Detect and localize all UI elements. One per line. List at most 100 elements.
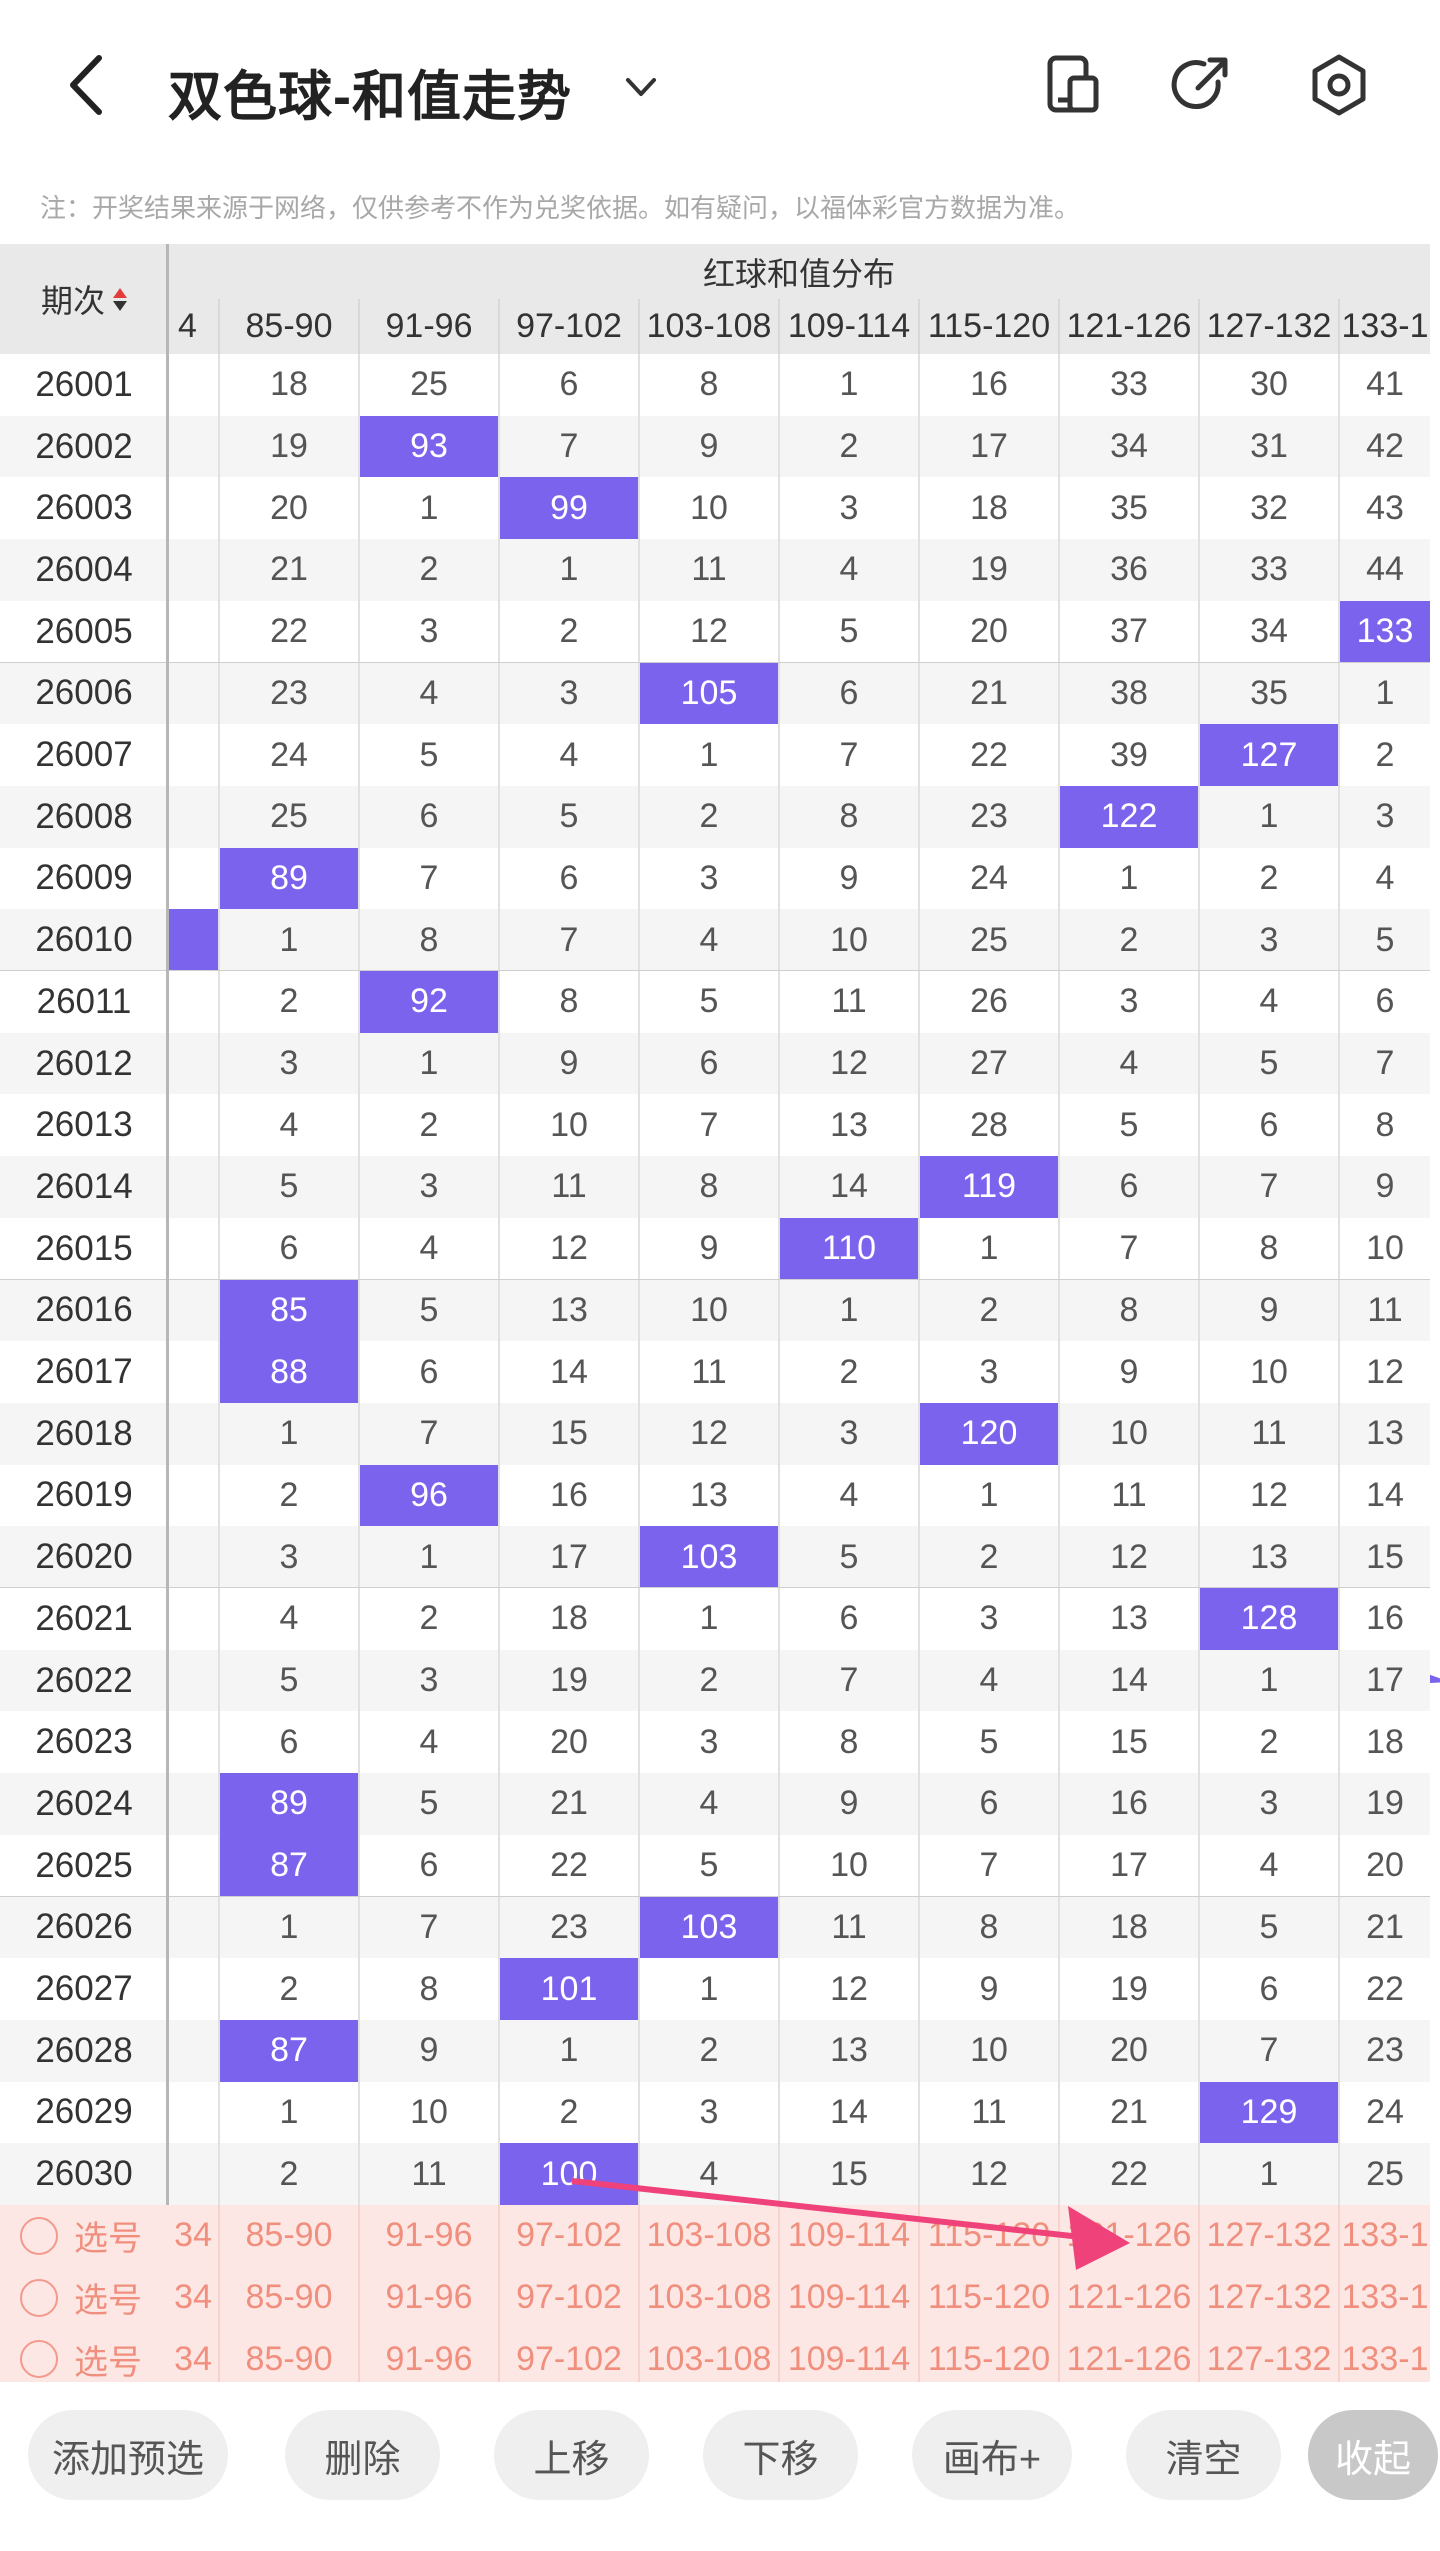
select-range-cell[interactable]: 121-126 [1058,2205,1198,2267]
value-cell: 6 [358,1834,498,1897]
select-number-row[interactable]: 选号 34 85-90 91-96 97-102 103-108 109-114 115-12… [0,2205,1430,2267]
canvas-plus-button[interactable]: 画布+ [912,2410,1072,2500]
phone-layout-icon[interactable] [1040,52,1106,118]
page-title[interactable]: 双色球-和值走势 [168,52,572,131]
clear-button[interactable]: 清空 [1126,2410,1281,2500]
value-cell: 12 [778,1958,918,2020]
share-icon[interactable] [1168,52,1234,118]
table-row: 26022 5 3 19 2 7 4 14 1 17 [0,1649,1430,1712]
select-range-cell[interactable]: 97-102 [498,2328,638,2391]
value-cell: 9 [358,2019,498,2082]
table-row: 26015 6 4 12 9 110 1 7 8 10 [0,1217,1430,1280]
add-preselect-button[interactable]: 添加预选 [28,2410,228,2500]
table-row: 26008 25 6 5 2 8 23 122 1 3 [0,785,1430,848]
select-number-toggle[interactable]: 选号 [0,2267,168,2329]
radio-circle-icon[interactable] [20,2216,58,2255]
value-cell: 17 [918,415,1058,478]
delete-button[interactable]: 删除 [285,2410,440,2500]
chevron-down-icon[interactable] [620,66,662,108]
value-cell: 4 [358,1217,498,1280]
value-cell: 4 [218,1094,358,1157]
select-range-cell[interactable]: 85-90 [218,2266,358,2329]
value-cell: 15 [498,1402,638,1465]
select-range-cell[interactable]: 121-126 [1058,2266,1198,2329]
value-cell: 22 [498,1834,638,1897]
value-cell: 20 [1058,2019,1198,2082]
select-range-cell[interactable]: 109-114 [778,2266,918,2329]
move-down-button[interactable]: 下移 [703,2410,858,2500]
select-range-cell[interactable]: 97-102 [498,2205,638,2267]
select-range-cell[interactable]: 103-108 [638,2266,778,2329]
select-range-cell[interactable]: 34 [168,2205,218,2267]
period-sort-header[interactable]: 期次 [0,244,168,354]
value-cell [168,724,218,786]
hit-cell: 87 [218,2019,358,2082]
radio-circle-icon[interactable] [20,2278,58,2317]
value-cell: 16 [498,1464,638,1527]
select-range-cell[interactable]: 85-90 [218,2205,358,2267]
value-cell: 20 [498,1711,638,1774]
select-range-cell[interactable]: 115-120 [918,2328,1058,2391]
select-range-cell[interactable]: 34 [168,2267,218,2329]
select-range-cell[interactable]: 109-114 [778,2328,918,2391]
table-row: 26012 3 1 9 6 12 27 4 5 7 [0,1032,1430,1095]
value-cell: 23 [1338,2019,1430,2082]
select-number-row[interactable]: 选号 34 85-90 91-96 97-102 103-108 109-114 115-12… [0,2266,1430,2329]
value-cell: 7 [1338,1032,1430,1095]
value-cell: 2 [1058,909,1198,971]
move-up-button[interactable]: 上移 [494,2410,649,2500]
table-row: 26025 87 6 22 5 10 7 17 4 20 [0,1834,1430,1897]
value-cell: 3 [778,477,918,540]
collapse-button[interactable]: 收起 [1308,2410,1438,2500]
select-range-cell[interactable]: 133-1 [1338,2266,1430,2329]
select-number-toggle[interactable]: 选号 [0,2328,168,2390]
select-range-cell[interactable]: 115-120 [918,2205,1058,2267]
select-range-cell[interactable]: 103-108 [638,2205,778,2267]
value-cell: 26 [918,971,1058,1033]
select-range-cell[interactable]: 85-90 [218,2328,358,2391]
value-cell: 3 [218,1032,358,1095]
value-cell: 11 [498,1156,638,1218]
value-cell: 32 [1198,477,1338,540]
value-cell: 4 [1198,971,1338,1033]
hit-cell: 133 [1338,600,1430,663]
select-range-cell[interactable]: 121-126 [1058,2328,1198,2391]
select-range-cell[interactable]: 91-96 [358,2205,498,2267]
select-range-cell[interactable]: 34 [168,2328,218,2390]
value-cell [168,601,218,663]
value-cell: 16 [1338,1588,1430,1650]
select-number-toggle[interactable]: 选号 [0,2205,168,2267]
value-cell: 23 [918,785,1058,848]
back-chevron-icon[interactable] [55,50,125,120]
select-range-cell[interactable]: 91-96 [358,2266,498,2329]
column-header: 91-96 [358,299,498,354]
select-range-cell[interactable]: 133-1 [1338,2328,1430,2391]
period-cell: 26010 [35,920,133,960]
value-cell [168,1526,218,1588]
radio-circle-icon[interactable] [20,2340,58,2379]
value-cell: 10 [918,2019,1058,2082]
select-range-cell[interactable]: 97-102 [498,2266,638,2329]
value-cell: 37 [1058,600,1198,663]
value-cell: 17 [1338,1649,1430,1712]
select-range-cell[interactable]: 109-114 [778,2205,918,2267]
value-cell: 7 [358,847,498,910]
value-cell: 9 [778,1773,918,1835]
value-cell: 3 [358,1156,498,1218]
table-row: 26010 1 8 7 4 10 25 2 3 5 [0,909,1430,971]
select-range-cell[interactable]: 127-132 [1198,2328,1338,2391]
value-cell: 10 [778,1834,918,1897]
select-range-cell[interactable]: 133-1 [1338,2205,1430,2267]
value-cell: 11 [1058,1464,1198,1527]
select-range-cell[interactable]: 127-132 [1198,2266,1338,2329]
select-number-row[interactable]: 选号 34 85-90 91-96 97-102 103-108 109-114 115-12… [0,2328,1430,2391]
select-range-cell[interactable]: 91-96 [358,2328,498,2391]
table-row: 26018 1 7 15 12 3 120 10 11 13 [0,1402,1430,1465]
select-range-cell[interactable]: 127-132 [1198,2205,1338,2267]
value-cell: 1 [778,354,918,416]
value-cell: 5 [358,724,498,786]
select-range-cell[interactable]: 103-108 [638,2328,778,2391]
settings-icon[interactable] [1306,52,1372,118]
select-range-cell[interactable]: 115-120 [918,2266,1058,2329]
value-cell: 18 [1338,1711,1430,1774]
